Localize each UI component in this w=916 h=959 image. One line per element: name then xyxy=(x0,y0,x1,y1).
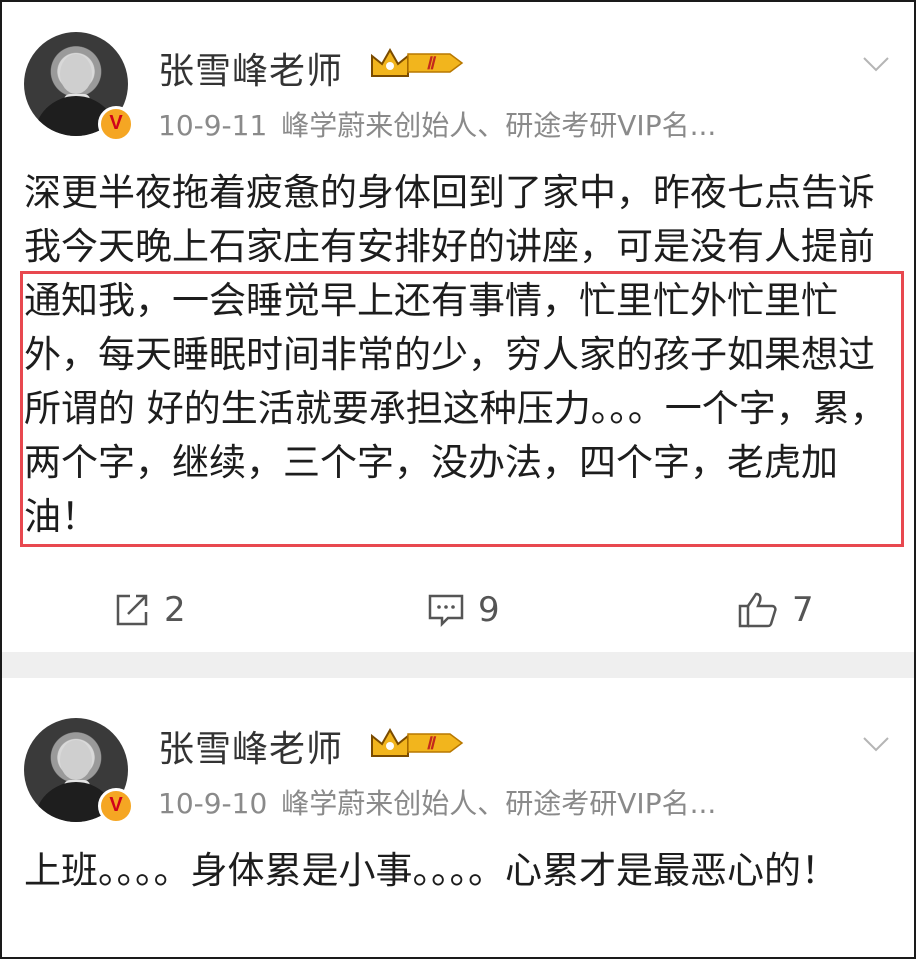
post-date[interactable]: 10-9-11 xyxy=(158,109,267,142)
verified-badge-icon: V xyxy=(98,106,134,142)
post-separator xyxy=(2,652,914,678)
like-count: 7 xyxy=(792,590,814,630)
like-button[interactable]: 7 xyxy=(736,582,814,638)
comment-icon xyxy=(428,594,464,628)
chevron-down-icon[interactable] xyxy=(860,728,892,760)
post-content: 上班。。。。身体累是小事。。。。心累才是最恶心的！ xyxy=(24,849,838,892)
share-icon xyxy=(116,594,148,626)
post-content: 深更半夜拖着疲惫的身体回到了家中，昨夜七点告诉我今天晚上石家庄有安排好的讲座，可… xyxy=(24,171,887,538)
weibo-post: V 张雪峰老师 Ⅱ 10-9-10 峰学蔚来创始人、研途考研VIP名... 上班。… xyxy=(2,678,914,957)
crown-level-icon[interactable]: Ⅱ xyxy=(368,46,464,80)
author-bio: 峰学蔚来创始人、研途考研VIP名... xyxy=(281,787,717,820)
author-name[interactable]: 张雪峰老师 xyxy=(158,42,343,94)
post-date[interactable]: 10-9-10 xyxy=(158,787,267,820)
crown-level-icon[interactable]: Ⅱ xyxy=(368,726,464,760)
author-bio: 峰学蔚来创始人、研途考研VIP名... xyxy=(281,109,717,142)
thumbs-up-icon xyxy=(738,592,777,628)
repost-count: 2 xyxy=(164,590,186,630)
action-bar: 2 9 7 xyxy=(2,582,914,638)
post-meta: 10-9-10 峰学蔚来创始人、研途考研VIP名... xyxy=(158,782,716,822)
comment-button[interactable]: 9 xyxy=(426,582,500,638)
comment-count: 9 xyxy=(478,590,500,630)
post-meta: 10-9-11 峰学蔚来创始人、研途考研VIP名... xyxy=(158,104,716,144)
verified-badge-icon: V xyxy=(98,788,134,824)
weibo-post: V 张雪峰老师 Ⅱ 10-9-11 峰学蔚来创始人、研途考研VIP名... 深更半… xyxy=(2,2,914,652)
author-name[interactable]: 张雪峰老师 xyxy=(158,720,343,772)
chevron-down-icon[interactable] xyxy=(860,48,892,80)
repost-button[interactable]: 2 xyxy=(112,582,186,638)
screenshot-frame: V 张雪峰老师 Ⅱ 10-9-11 峰学蔚来创始人、研途考研VIP名... 深更半… xyxy=(0,0,916,959)
